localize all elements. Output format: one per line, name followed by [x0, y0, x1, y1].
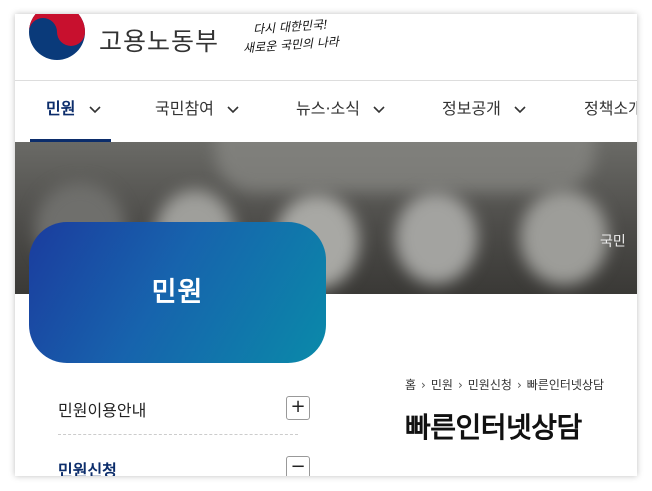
- nav-item-minwon[interactable]: 민원: [29, 81, 112, 142]
- org-name[interactable]: 고용노동부: [99, 22, 219, 58]
- nav-item-label: 정보공개: [442, 99, 501, 118]
- breadcrumb-home[interactable]: 홈: [405, 378, 416, 392]
- nav-item-label: 국민참여: [155, 99, 214, 118]
- chevron-right-icon: ›: [516, 378, 522, 392]
- side-item-label: 민원이용안내: [58, 401, 147, 420]
- side-item-label: 민원신청: [58, 461, 117, 476]
- collapse-minus-icon[interactable]: −: [286, 456, 310, 476]
- browser-viewport: 고용노동부 다시 대한민국! 새로운 국민의 나라 민원 국민참여 뉴스·소식 …: [15, 14, 637, 476]
- government-logo-icon[interactable]: [27, 14, 87, 62]
- nav-item-participation[interactable]: 국민참여: [155, 81, 239, 142]
- expand-plus-icon[interactable]: +: [286, 396, 310, 420]
- side-divider: [58, 434, 298, 435]
- global-nav: 민원 국민참여 뉴스·소식 정보공개 정책소개: [15, 81, 637, 142]
- side-menu-header: 민원: [29, 222, 326, 363]
- side-menu-title: 민원: [151, 277, 204, 308]
- side-menu-list: 민원이용안내 + 민원신청 −: [29, 363, 326, 476]
- side-item-apply[interactable]: 민원신청 −: [58, 446, 310, 476]
- nav-item-label: 뉴스·소식: [296, 99, 360, 118]
- nav-item-label: 정책소개: [584, 99, 637, 118]
- nav-item-info[interactable]: 정보공개: [442, 81, 526, 142]
- breadcrumb-current: 빠른인터넷상담: [526, 378, 605, 392]
- nav-item-label: 민원: [46, 99, 76, 118]
- page-title: 빠른인터넷상담: [405, 411, 582, 444]
- nav-item-policy[interactable]: 정책소개: [584, 81, 637, 142]
- site-header: 고용노동부 다시 대한민국! 새로운 국민의 나라: [15, 14, 637, 81]
- nav-item-news[interactable]: 뉴스·소식: [296, 81, 385, 142]
- slogan-calligraphy: 다시 대한민국! 새로운 국민의 나라: [243, 16, 353, 62]
- chevron-down-icon: [227, 105, 239, 113]
- chevron-down-icon: [89, 105, 101, 113]
- breadcrumb-item[interactable]: 민원신청: [468, 378, 512, 392]
- breadcrumb: 홈 › 민원 › 민원신청 › 빠른인터넷상담: [405, 376, 604, 393]
- hero-text: 국민: [600, 234, 626, 250]
- chevron-right-icon: ›: [457, 378, 463, 392]
- breadcrumb-item[interactable]: 민원: [431, 378, 453, 392]
- side-item-guide[interactable]: 민원이용안내 +: [58, 386, 310, 430]
- chevron-down-icon: [514, 105, 526, 113]
- chevron-down-icon: [373, 105, 385, 113]
- chevron-right-icon: ›: [421, 378, 426, 392]
